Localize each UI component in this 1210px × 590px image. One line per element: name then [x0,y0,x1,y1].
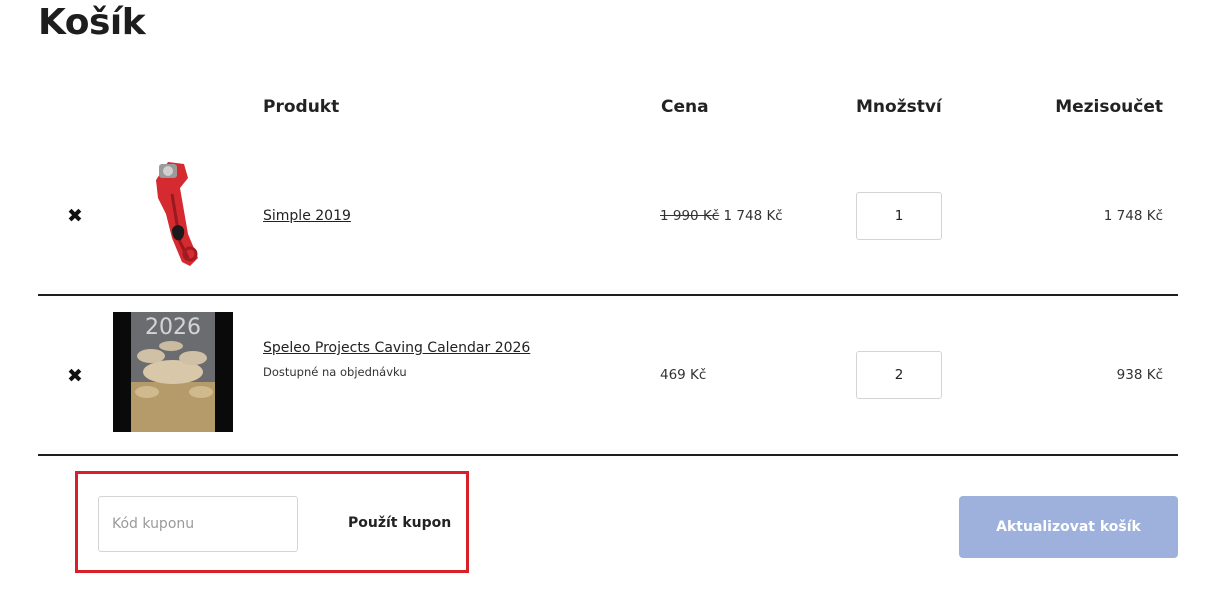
product-name-link[interactable]: Speleo Projects Caving Calendar 2026 [263,340,530,356]
page-title: Košík [38,2,146,43]
remove-item-icon[interactable]: ✖ [67,207,83,226]
column-header-subtotal: Mezisoučet [1055,97,1163,117]
remove-item-icon[interactable]: ✖ [67,367,83,386]
cart-row: ✖ Simple 2019 1 990 Kč 1 748 Kč 1 748 Kč [38,140,1178,296]
sale-price: 1 748 Kč [723,208,783,224]
product-name-link[interactable]: Simple 2019 [263,208,351,224]
apply-coupon-button[interactable]: Použít kupon [348,515,451,531]
calendar-cover-year: 2026 [145,315,201,340]
availability-note: Dostupné na objednávku [263,365,407,379]
coupon-code-input[interactable] [98,496,298,552]
column-header-quantity: Množství [856,97,942,117]
quantity-input[interactable] [856,192,942,240]
update-cart-button[interactable]: Aktualizovat košík [959,496,1178,558]
cart-row: ✖ 2026 Speleo Projects Caving Calendar 2… [38,296,1178,456]
column-header-price: Cena [661,97,709,117]
row-subtotal: 938 Kč [1116,367,1163,383]
sale-price: 469 Kč [660,367,707,383]
quantity-input[interactable] [856,351,942,399]
calendar-cover-image: 2026 [113,312,233,432]
row-subtotal: 1 748 Kč [1103,208,1163,224]
descender-device-image [156,162,198,266]
product-price: 469 Kč [660,367,706,383]
original-price: 1 990 Kč [660,208,720,224]
column-header-product: Produkt [263,97,340,117]
product-price: 1 990 Kč 1 748 Kč [660,208,783,224]
